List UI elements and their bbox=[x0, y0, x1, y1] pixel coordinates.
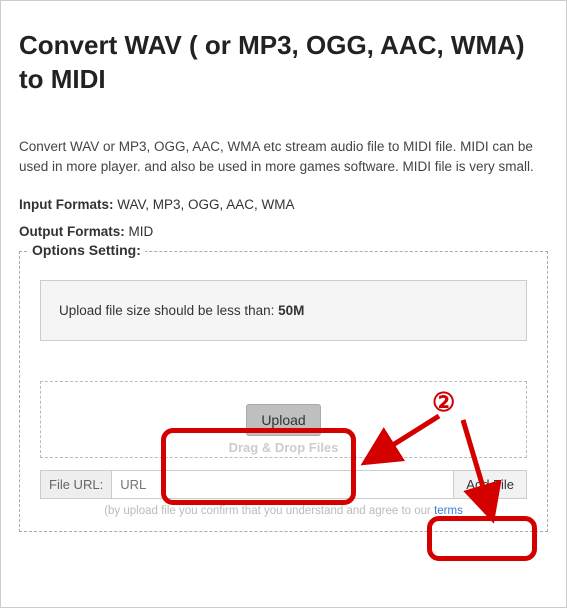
upload-dropzone[interactable]: Upload Drag & Drop Files bbox=[40, 381, 527, 458]
options-legend: Options Setting: bbox=[28, 242, 145, 258]
file-size-note: Upload file size should be less than: 50… bbox=[40, 280, 527, 341]
output-formats-value: MID bbox=[129, 224, 154, 239]
size-note-prefix: Upload file size should be less than: bbox=[59, 303, 278, 318]
upload-button[interactable]: Upload bbox=[246, 404, 320, 436]
drag-drop-label: Drag & Drop Files bbox=[41, 440, 526, 455]
page-title: Convert WAV ( or MP3, OGG, AAC, WMA) to … bbox=[19, 29, 548, 97]
input-formats-label: Input Formats: bbox=[19, 197, 114, 212]
upload-terms-prefix: (by upload file you confirm that you und… bbox=[104, 505, 434, 517]
file-url-input[interactable] bbox=[111, 470, 454, 499]
file-url-row: File URL: Add File bbox=[40, 470, 527, 499]
upload-terms-text: (by upload file you confirm that you und… bbox=[40, 505, 527, 517]
intro-text: Convert WAV or MP3, OGG, AAC, WMA etc st… bbox=[19, 137, 548, 178]
terms-link[interactable]: terms bbox=[434, 505, 463, 517]
input-formats-value: WAV, MP3, OGG, AAC, WMA bbox=[117, 197, 294, 212]
options-fieldset: Options Setting: Upload file size should… bbox=[19, 251, 548, 532]
file-url-label: File URL: bbox=[40, 470, 111, 499]
size-note-value: 50M bbox=[278, 303, 304, 318]
output-formats-label: Output Formats: bbox=[19, 224, 125, 239]
input-formats-line: Input Formats: WAV, MP3, OGG, AAC, WMA bbox=[19, 197, 548, 212]
converter-page: Convert WAV ( or MP3, OGG, AAC, WMA) to … bbox=[0, 0, 567, 608]
add-file-button[interactable]: Add File bbox=[454, 470, 527, 499]
output-formats-line: Output Formats: MID bbox=[19, 224, 548, 239]
